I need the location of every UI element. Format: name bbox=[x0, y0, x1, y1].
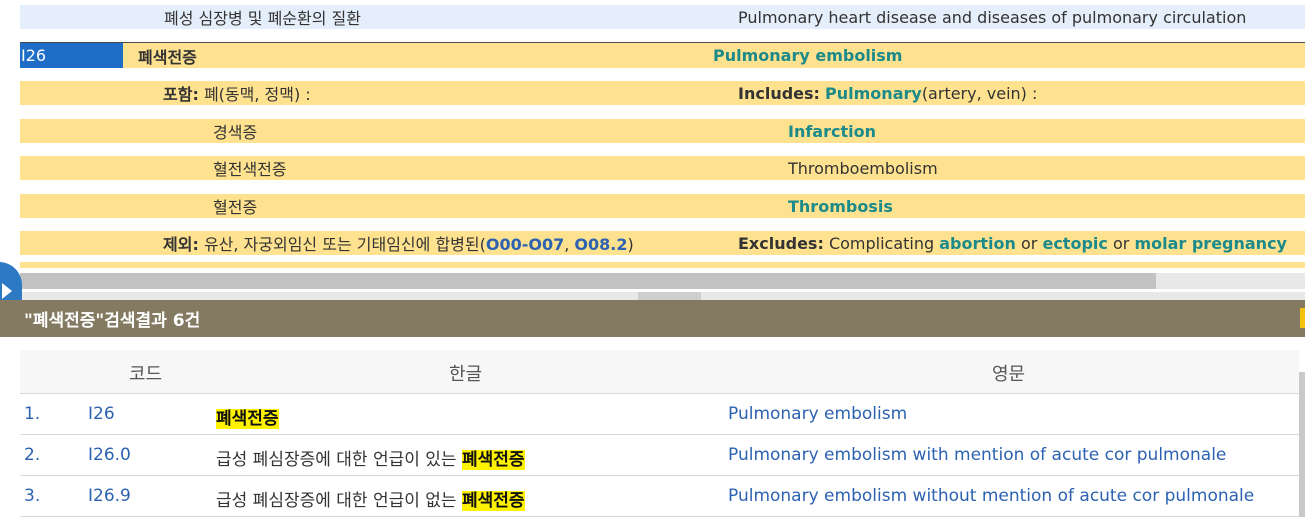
row-ko[interactable]: 급성 폐심장증에 대한 언급이 있는 폐색전증 bbox=[216, 445, 525, 470]
includes-ko-text: 폐(동맥, 정맥) : bbox=[203, 85, 311, 104]
horizontal-scrollbar[interactable] bbox=[20, 273, 1305, 289]
column-en: 영문 bbox=[992, 364, 1026, 385]
icd-detail-panel: 폐성 심장병 및 폐순환의 질환 Pulmonary heart disease… bbox=[0, 0, 1305, 300]
bar-marker bbox=[1300, 308, 1305, 328]
include-item-ko: 혈전색전증 bbox=[213, 160, 287, 179]
splitter-grip[interactable] bbox=[638, 292, 701, 300]
excludes-or: or bbox=[1112, 233, 1130, 253]
row-number: 3. bbox=[24, 486, 41, 506]
includes-en-text: (artery, vein) : bbox=[921, 83, 1038, 103]
table-row[interactable]: 1. I26 폐색전증 Pulmonary embolism bbox=[20, 394, 1299, 435]
search-highlight: 폐색전증 bbox=[461, 450, 525, 470]
row-ko[interactable]: 폐색전증 bbox=[216, 404, 279, 429]
search-highlight: 폐색전증 bbox=[461, 491, 525, 511]
excludes-ko-text: 유산, 자궁외임신 또는 기태임신에 합병된( bbox=[203, 235, 486, 254]
vertical-scrollbar[interactable] bbox=[1299, 372, 1305, 517]
category-row: 폐성 심장병 및 폐순환의 질환 Pulmonary heart disease… bbox=[20, 5, 1305, 29]
includes-ko-label: 포함: bbox=[163, 85, 199, 104]
pulmonary-link[interactable]: Pulmonary bbox=[825, 84, 922, 103]
row-number: 2. bbox=[24, 445, 41, 465]
include-item-row: 혈전색전증 Thromboembolism bbox=[20, 156, 1305, 180]
row-edge bbox=[20, 262, 1305, 268]
row-code[interactable]: I26 bbox=[88, 404, 115, 424]
ectopic-link[interactable]: ectopic bbox=[1042, 234, 1107, 253]
column-code: 코드 bbox=[129, 364, 163, 385]
excludes-ko-label: 제외: bbox=[163, 235, 199, 254]
search-highlight: 폐색전증 bbox=[216, 409, 279, 429]
results-title: "폐색전증"검색결과 6건 bbox=[24, 311, 201, 331]
excludes-ko-sep: , bbox=[564, 235, 575, 254]
results-title-bar: "폐색전증"검색결과 6건 bbox=[0, 300, 1305, 337]
row-number: 1. bbox=[24, 404, 41, 424]
excludes-en-text: Complicating bbox=[828, 233, 935, 253]
excludes-ko-end: ) bbox=[627, 235, 634, 254]
scrollbar-thumb[interactable] bbox=[20, 273, 1156, 289]
header-ko: 폐색전증 bbox=[138, 47, 197, 67]
infarction-link[interactable]: Infarction bbox=[788, 122, 876, 141]
panel-splitter[interactable] bbox=[0, 292, 1305, 300]
row-en[interactable]: Pulmonary embolism without mention of ac… bbox=[728, 486, 1254, 506]
results-table: 코드 한글 영문 1. I26 폐색전증 Pulmonary embolism … bbox=[20, 350, 1299, 517]
o08-2-link[interactable]: O08.2 bbox=[574, 235, 627, 254]
header-en: Pulmonary embolism bbox=[713, 46, 903, 65]
includes-en-label: Includes: bbox=[738, 83, 820, 103]
category-en: Pulmonary heart disease and diseases of … bbox=[738, 7, 1247, 27]
excludes-row: 제외: 유산, 자궁외임신 또는 기태임신에 합병된(O00-O07, O08.… bbox=[20, 231, 1305, 255]
row-ko[interactable]: 급성 폐심장증에 대한 언급이 없는 폐색전증 bbox=[216, 486, 525, 511]
molar-pregnancy-link[interactable]: molar pregnancy bbox=[1134, 234, 1287, 253]
table-row[interactable]: 3. I26.9 급성 폐심장증에 대한 언급이 없는 폐색전증 Pulmona… bbox=[20, 476, 1299, 517]
excludes-or: or bbox=[1021, 233, 1038, 253]
play-arrow-icon bbox=[2, 283, 12, 299]
abortion-link[interactable]: abortion bbox=[939, 234, 1016, 253]
include-item-en: Thromboembolism bbox=[788, 158, 938, 178]
include-item-ko: 경색증 bbox=[213, 123, 258, 142]
include-item-ko: 혈전증 bbox=[213, 198, 258, 217]
excludes-en-label: Excludes: bbox=[738, 233, 824, 253]
o00-o07-link[interactable]: O00-O07 bbox=[486, 235, 564, 254]
include-item-row: 경색증 Infarction bbox=[20, 119, 1305, 143]
table-row[interactable]: 2. I26.0 급성 폐심장증에 대한 언급이 있는 폐색전증 Pulmona… bbox=[20, 435, 1299, 476]
include-item-row: 혈전증 Thrombosis bbox=[20, 194, 1305, 218]
code-cell[interactable]: I26 bbox=[20, 43, 123, 68]
category-ko: 폐성 심장병 및 폐순환의 질환 bbox=[164, 9, 361, 28]
row-en[interactable]: Pulmonary embolism with mention of acute… bbox=[728, 445, 1226, 465]
thrombosis-link[interactable]: Thrombosis bbox=[788, 197, 893, 216]
column-ko: 한글 bbox=[449, 364, 483, 385]
row-code[interactable]: I26.9 bbox=[88, 486, 131, 506]
table-header: 코드 한글 영문 bbox=[20, 350, 1299, 394]
code-header-row: I26 폐색전증 Pulmonary embolism bbox=[20, 42, 1305, 68]
includes-row: 포함: 폐(동맥, 정맥) : Includes: Pulmonary(arte… bbox=[20, 81, 1305, 105]
row-code[interactable]: I26.0 bbox=[88, 445, 131, 465]
row-en[interactable]: Pulmonary embolism bbox=[728, 404, 907, 424]
